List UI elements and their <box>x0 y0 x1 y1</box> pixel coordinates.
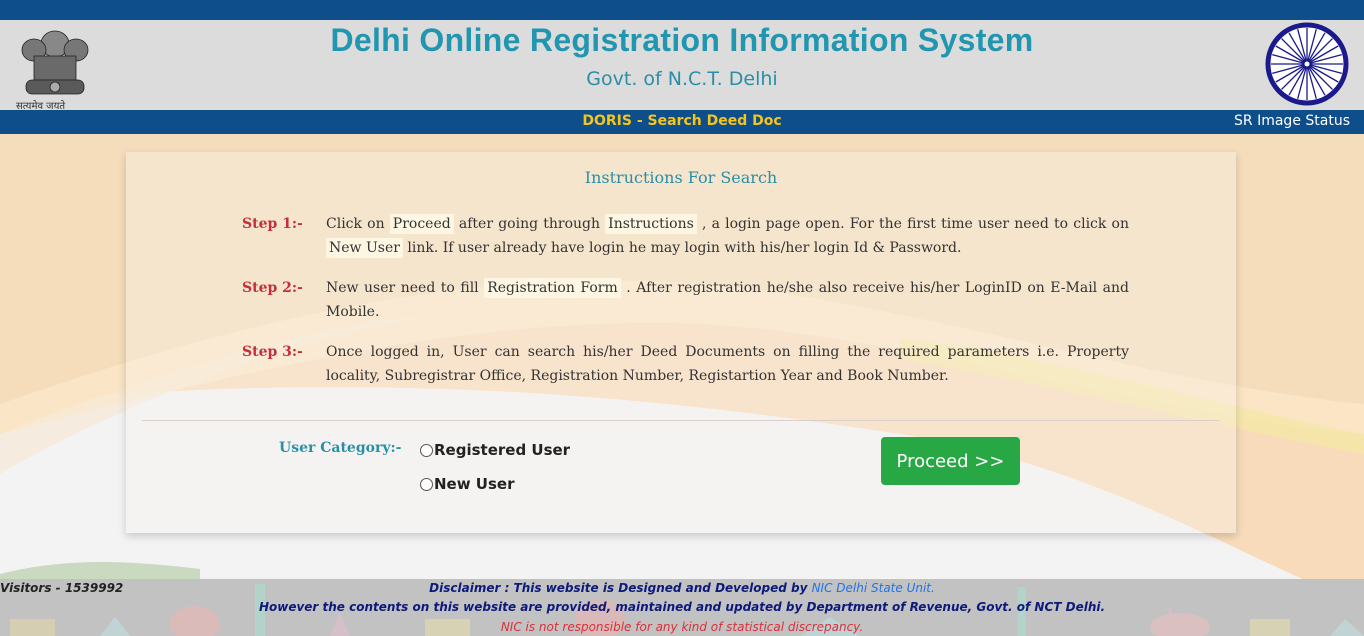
instructions-card: Instructions For Search Step 1:- Click o… <box>126 152 1236 533</box>
step-label: Step 1:- <box>242 216 303 232</box>
step-label: Step 3:- <box>242 344 303 360</box>
step-text: Once logged in, User can search his/her … <box>326 344 1129 384</box>
radio-label: New User <box>434 475 515 493</box>
nav-bar: DORIS - Search Deed Doc SR Image Status <box>0 110 1364 134</box>
step-label: Step 2:- <box>242 280 303 296</box>
instructions-keyword: Instructions <box>605 214 697 234</box>
disclaimer-line-3: NIC is not responsible for any kind of s… <box>500 620 864 634</box>
page-title: DORIS - Search Deed Doc <box>582 113 782 129</box>
disclaimer-text: Disclaimer : This website is Designed an… <box>429 581 812 595</box>
disclaimer-line-1: Disclaimer : This website is Designed an… <box>0 581 1364 595</box>
step-text-part: link. If user already have login he may … <box>402 240 962 256</box>
ashoka-chakra-icon <box>1265 22 1349 106</box>
proceed-button[interactable]: Proceed >> <box>881 437 1020 485</box>
step-2: Step 2:- New user need to fill Registrat… <box>242 276 1130 326</box>
new-user-keyword: New User <box>326 238 403 258</box>
step-text-part: , a login page open. For the first time … <box>696 216 1129 232</box>
site-header: सत्यमेव जयते Delhi Online Registration I… <box>0 20 1364 112</box>
user-category-label: User Category:- <box>279 440 402 456</box>
instructions-title: Instructions For Search <box>584 168 778 187</box>
step-text-part: New user need to fill <box>326 280 485 296</box>
proceed-keyword: Proceed <box>389 214 454 234</box>
step-text: New user need to fill Registration Form … <box>326 276 1129 324</box>
disclaimer-line-2: However the contents on this website are… <box>258 600 1106 614</box>
top-strip <box>0 0 1364 20</box>
site-title: Delhi Online Registration Information Sy… <box>330 22 1034 58</box>
radio-label: Registered User <box>434 441 571 459</box>
divider <box>142 420 1220 421</box>
footer: Visitors - 1539992 Disclaimer : This web… <box>0 579 1364 636</box>
step-1: Step 1:- Click on Proceed after going th… <box>242 212 1130 262</box>
sr-image-status-link[interactable]: SR Image Status <box>1234 113 1350 129</box>
nic-link[interactable]: NIC Delhi State Unit. <box>812 581 935 595</box>
registered-user-radio[interactable]: Registered User <box>420 441 570 459</box>
step-text-part: Click on <box>326 216 390 232</box>
new-user-radio[interactable]: New User <box>420 475 515 493</box>
radio-circle[interactable] <box>420 477 433 491</box>
step-text: Click on Proceed after going through Ins… <box>326 212 1129 260</box>
registration-form-keyword: Registration Form <box>484 278 621 298</box>
step-3: Step 3:- Once logged in, User can search… <box>242 340 1130 390</box>
radio-circle[interactable] <box>420 443 433 457</box>
site-subtitle: Govt. of N.C.T. Delhi <box>586 68 778 90</box>
step-text-part: after going through <box>453 216 606 232</box>
